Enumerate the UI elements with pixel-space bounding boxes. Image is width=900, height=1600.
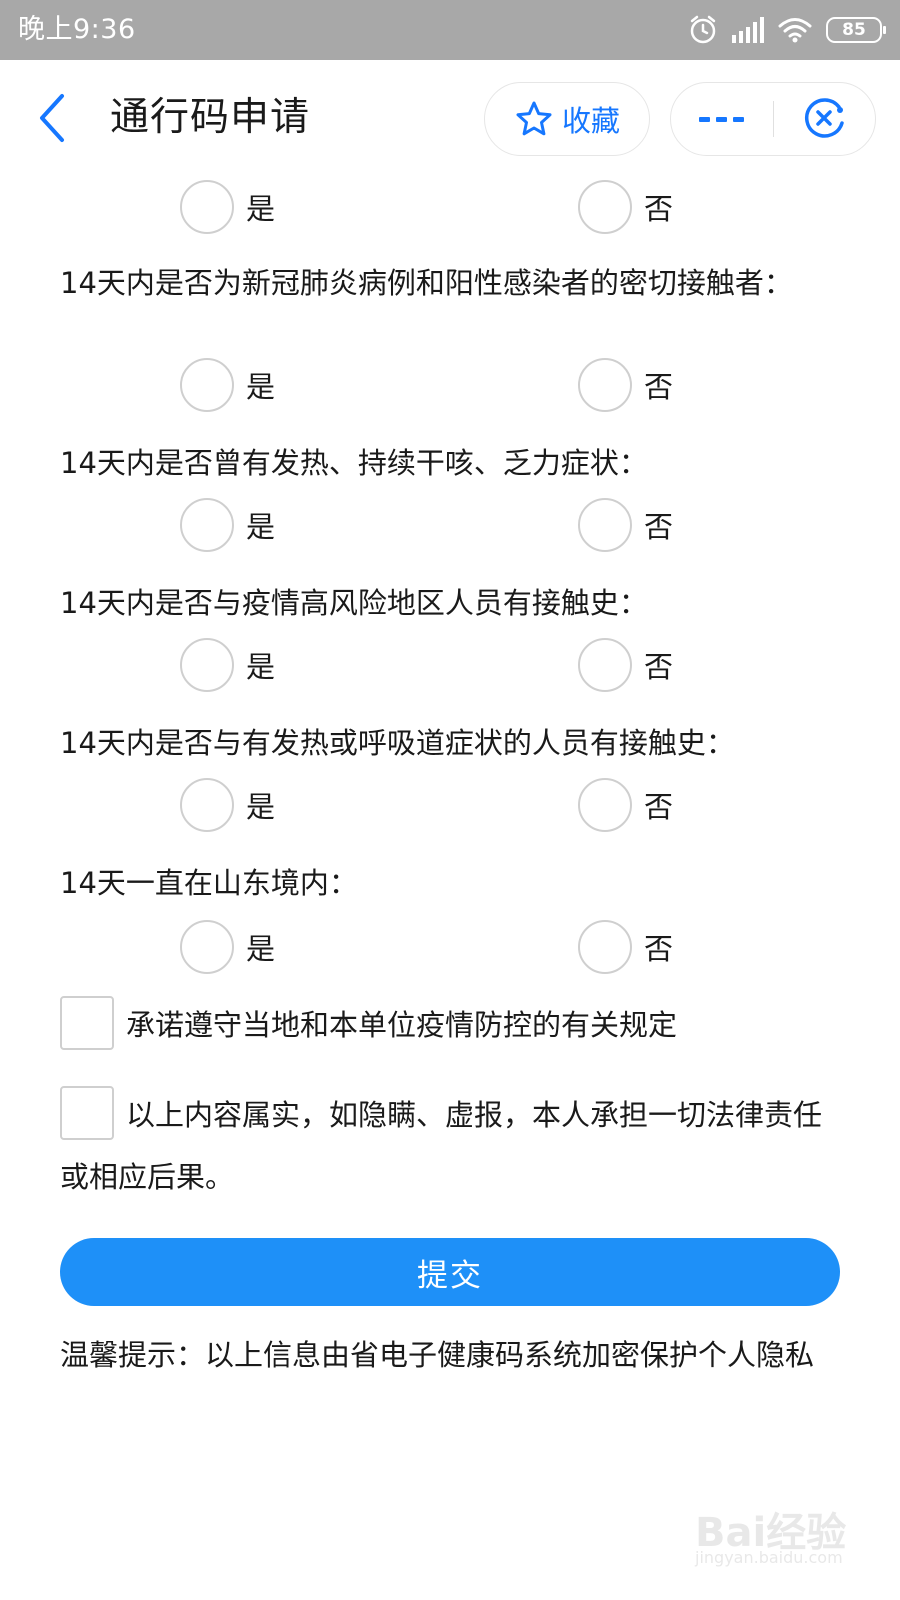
radio-circle[interactable] [578,358,632,412]
radio-circle[interactable] [180,358,234,412]
radio-row: 是 否 [0,358,900,414]
nav-bar: 通行码申请 收藏 [0,60,900,172]
radio-circle[interactable] [180,638,234,692]
radio-yes[interactable]: 是 [180,358,275,412]
status-icons: 85 [688,14,886,46]
checkbox-label: 以上内容属实，如隐瞒、虚报，本人承担一切法律责任或相应后果。 [60,1098,823,1194]
radio-no[interactable]: 否 [578,358,673,412]
radio-label: 否 [644,370,674,404]
close-icon [804,98,844,138]
radio-label: 否 [644,932,674,966]
page-title: 通行码申请 [110,95,311,140]
radio-circle[interactable] [578,498,632,552]
radio-circle[interactable] [578,180,632,234]
radio-circle[interactable] [578,778,632,832]
radio-no[interactable]: 否 [578,498,673,552]
close-button[interactable] [774,83,876,155]
radio-circle[interactable] [578,638,632,692]
radio-label: 否 [644,790,674,824]
radio-row: 是 否 [0,920,900,976]
radio-yes[interactable]: 是 [180,778,275,832]
alarm-icon [690,15,716,44]
radio-label: 是 [246,192,276,226]
question-high-risk-area: 14天内是否与疫情高风险地区人员有接触史： [60,586,648,620]
radio-yes[interactable]: 是 [180,180,275,234]
wifi-icon [778,18,812,43]
favorite-label: 收藏 [561,104,620,138]
radio-row: 是 否 [0,778,900,834]
radio-yes[interactable]: 是 [180,498,275,552]
battery-icon: 85 [826,17,886,43]
radio-label: 是 [246,932,276,966]
checkbox-label: 承诺遵守当地和本单位疫情防控的有关规定 [126,1008,678,1042]
radio-yes[interactable]: 是 [180,920,275,974]
question-fever-contact: 14天内是否与有发热或呼吸道症状的人员有接触史： [60,726,735,760]
radio-label: 是 [246,790,276,824]
radio-label: 否 [644,192,674,226]
question-in-shandong: 14天一直在山东境内： [60,866,358,900]
question-symptoms: 14天内是否曾有发热、持续干咳、乏力症状： [60,446,648,480]
radio-no[interactable]: 否 [578,180,673,234]
star-icon [516,101,552,136]
radio-circle[interactable] [180,920,234,974]
checkbox-row-commitment: 承诺遵守当地和本单位疫情防控的有关规定 [60,994,850,1056]
favorite-button[interactable]: 收藏 [484,82,650,156]
truthfulness-checkbox[interactable] [60,1086,114,1140]
radio-no[interactable]: 否 [578,778,673,832]
radio-no[interactable]: 否 [578,920,673,974]
question-close-contact: 14天内是否为新冠肺炎病例和阳性感染者的密切接触者： [60,266,793,300]
radio-circle[interactable] [180,498,234,552]
baidu-watermark: Bai经验 jingyan.baidu.com [695,1500,870,1580]
more-button[interactable] [671,83,773,155]
signal-icon [732,17,764,43]
mini-app-capsule [670,82,876,156]
radio-no[interactable]: 否 [578,638,673,692]
radio-row: 是 否 [0,180,900,236]
radio-label: 是 [246,650,276,684]
radio-label: 否 [644,510,674,544]
chevron-left-icon [40,94,64,142]
radio-yes[interactable]: 是 [180,638,275,692]
checkbox-row-truthfulness: 以上内容属实，如隐瞒、虚报，本人承担一切法律责任或相应后果。 [60,1084,850,1208]
radio-circle[interactable] [578,920,632,974]
privacy-tip: 温馨提示：以上信息由省电子健康码系统加密保护个人隐私 [60,1338,815,1372]
submit-button[interactable]: 提交 [60,1238,840,1306]
status-time: 晚上9:36 [18,14,136,45]
radio-row: 是 否 [0,638,900,694]
status-bar: 晚上9:36 85 [0,0,900,60]
radio-row: 是 否 [0,498,900,554]
radio-label: 否 [644,650,674,684]
radio-label: 是 [246,510,276,544]
watermark-url: jingyan.baidu.com [695,1548,843,1567]
radio-circle[interactable] [180,180,234,234]
radio-circle[interactable] [180,778,234,832]
radio-label: 是 [246,370,276,404]
back-button[interactable] [30,90,76,146]
commitment-checkbox[interactable] [60,996,114,1050]
more-icon [699,117,744,122]
